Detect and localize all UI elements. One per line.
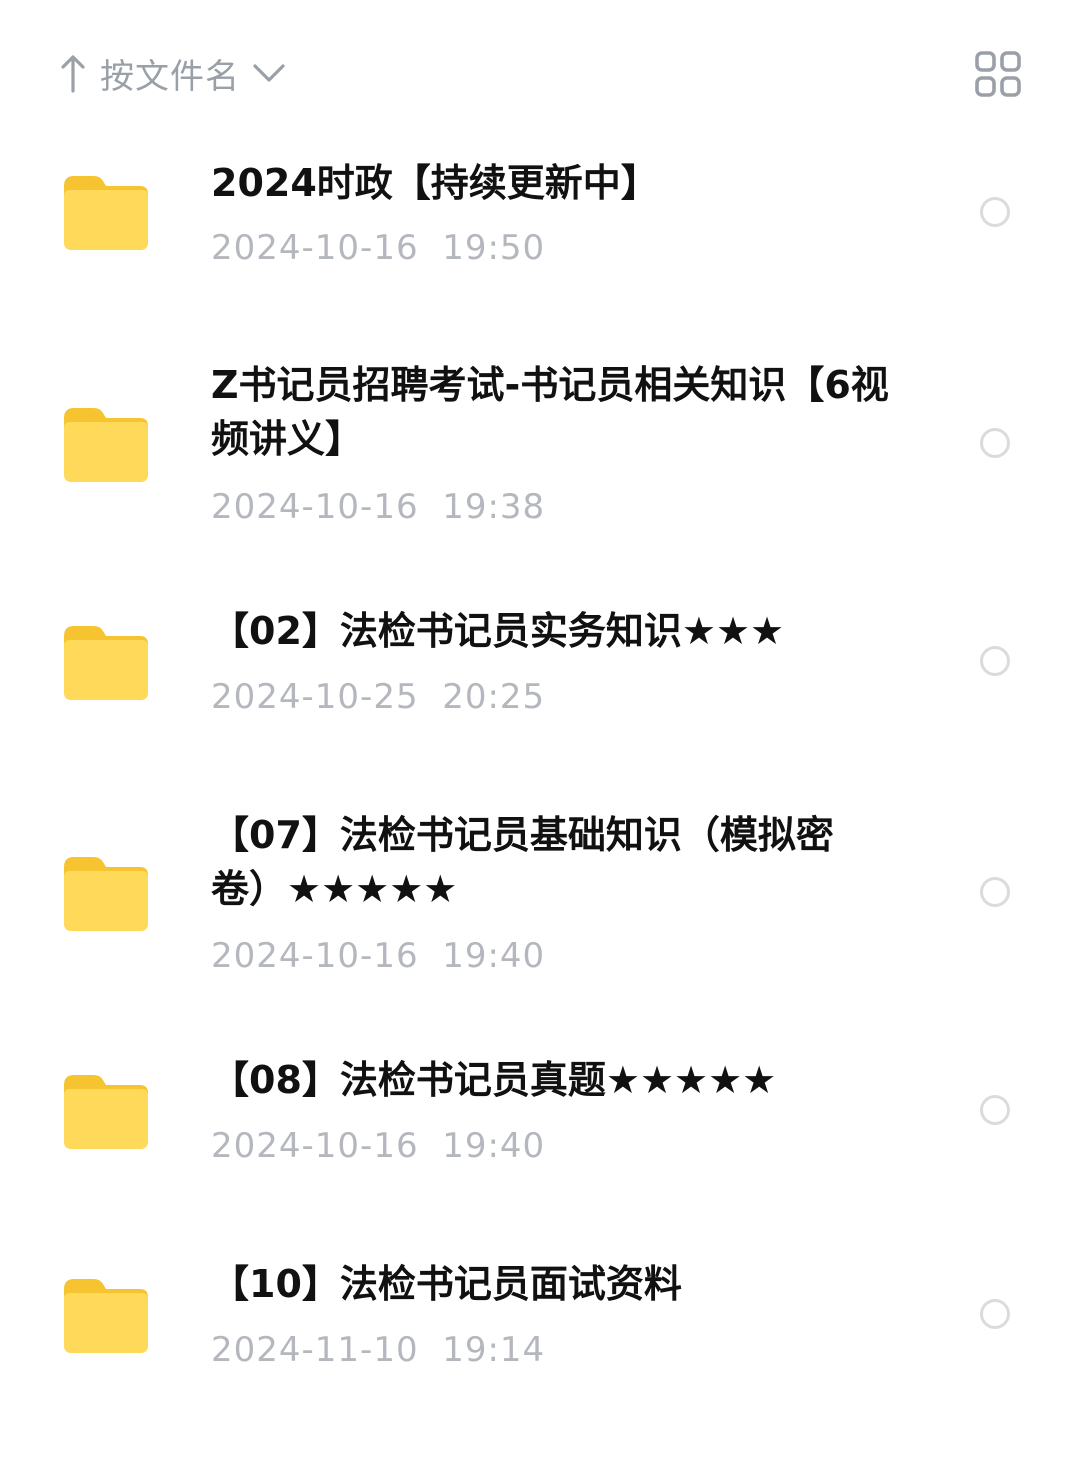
folder-icon <box>64 1279 148 1353</box>
file-name: 【10】法检书记员面试资料 <box>211 1262 682 1306</box>
file-date: 2024-11-10 19:14 <box>211 1330 546 1370</box>
select-radio[interactable] <box>980 1299 1010 1329</box>
list-item[interactable]: 【10】法检书记员面试资料 2024-11-10 19:14 <box>0 0 1080 1420</box>
